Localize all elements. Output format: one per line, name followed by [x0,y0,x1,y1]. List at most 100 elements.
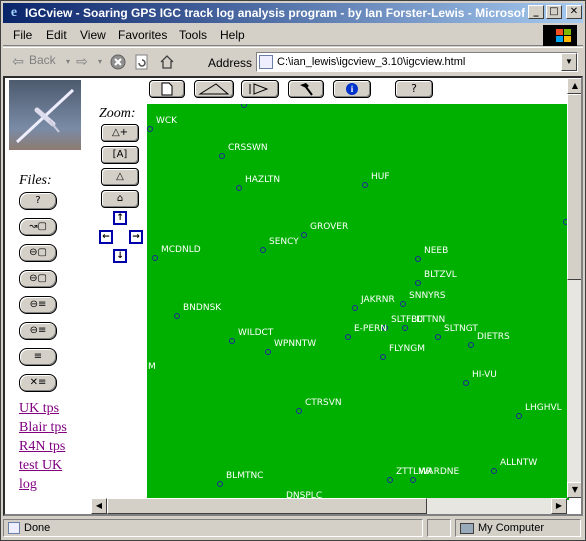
zoom-task-button[interactable]: △+ [101,124,139,142]
link-blair-tps[interactable]: Blair tps [19,420,67,436]
turnpoint-label: BLTZVL [424,270,457,280]
new-page-button[interactable] [149,80,185,98]
home-icon[interactable] [158,54,176,70]
hammer-icon [300,83,313,96]
minimize-button[interactable]: _ [528,5,544,19]
play-button[interactable] [241,80,279,98]
menu-view[interactable]: View [80,28,106,42]
pan-down-button[interactable]: ↓ [113,249,127,263]
turnpoint-marker-icon [516,413,522,419]
stop-icon[interactable] [109,54,127,70]
computer-icon [460,522,474,534]
address-dropdown-button[interactable]: ▼ [561,53,577,71]
load-file-button[interactable]: ⊖▢ [19,244,57,262]
scroll-left-button[interactable]: ◀ [91,498,107,514]
turnpoint-label: DIETRS [477,332,510,342]
clear-list-button[interactable]: ✕≡ [19,374,57,392]
turnpoint-label: CRSSWN [228,143,268,153]
forward-dropdown-icon[interactable]: ▾ [91,54,109,70]
turnpoint-marker-icon [301,232,307,238]
turnpoint-marker-icon [415,280,421,286]
menu-bar: File Edit View Favorites Tools Help [3,24,583,46]
scroll-down-button[interactable]: ▼ [567,482,581,498]
turnpoint-label: GROVER [310,222,349,232]
load-list-button[interactable]: ⊖≡ [19,296,57,314]
page-icon [259,55,273,69]
page-content: i ? Zoom: △+ [A] △ ⌂ ↑ ← → ↓ Files: ? ↝▢… [3,76,583,516]
menu-tools[interactable]: Tools [179,28,207,42]
turnpoint-marker-icon [352,305,358,311]
turnpoint-marker-icon [435,334,441,340]
turnpoint-label: BLMTNC [226,471,264,481]
link-uk-tps[interactable]: UK tps [19,401,59,417]
zoom-label: Zoom: [99,106,136,121]
load-track-button[interactable]: ↝▢ [19,218,57,236]
back-button-label[interactable]: Back [29,53,56,67]
zone-pane: My Computer [455,519,581,537]
help-button[interactable]: ? [395,80,433,98]
pan-up-button[interactable]: ↑ [113,211,127,225]
maximize-button[interactable]: □ [546,5,562,19]
menu-edit[interactable]: Edit [46,28,67,42]
turnpoint-label: MCDNLD [161,245,201,255]
status-pane-empty [427,519,451,537]
window-title: IGCview - Soaring GPS IGC track log anal… [25,6,525,20]
info-icon: i [346,83,358,95]
turnpoint-label: ALLNTW [500,458,538,468]
horizontal-scroll-thumb[interactable] [107,498,427,514]
menu-favorites[interactable]: Favorites [118,28,167,42]
turnpoint-marker-icon [152,255,158,261]
info-button[interactable]: i [333,80,371,98]
status-bar: Done My Computer [3,518,583,538]
turnpoint-marker-icon [265,349,271,355]
close-button[interactable]: ✕ [566,5,582,19]
turnpoint-label: WILDCT [238,328,274,338]
link-log[interactable]: log [19,477,37,493]
windows-logo-icon [543,25,577,46]
turnpoint-label: HUF [371,172,390,182]
vertical-scrollbar[interactable]: ▲ ▼ [567,78,581,498]
save-file-button[interactable]: ⊖▢ [19,270,57,288]
turnpoint-marker-icon [415,256,421,262]
list-button[interactable]: ≡ [19,348,57,366]
scroll-up-button[interactable]: ▲ [567,78,581,94]
turnpoint-marker-icon [410,477,416,483]
menu-help[interactable]: Help [220,28,245,42]
turnpoint-label: JAKRNR [361,295,395,305]
pan-right-button[interactable]: → [129,230,143,244]
link-r4n-tps[interactable]: R4N tps [19,439,65,455]
zoom-area-button[interactable]: [A] [101,146,139,164]
turnpoint-marker-icon [463,380,469,386]
files-label: Files: [19,173,52,188]
vertical-scroll-thumb[interactable] [567,94,581,280]
horizontal-scrollbar[interactable]: ◀ ▶ [91,498,567,514]
turnpoint-marker-icon [241,104,247,108]
browser-window: e IGCview - Soaring GPS IGC track log an… [0,0,586,541]
play-icon [249,83,269,95]
back-arrow-icon[interactable]: ⇦ [9,54,27,70]
forward-arrow-icon[interactable]: ⇨ [73,54,91,70]
address-bar[interactable]: ▼ [256,52,578,72]
page-icon [161,82,173,96]
pan-left-button[interactable]: ← [99,230,113,244]
turnpoint-map[interactable]: DAWSWCKCRSSWNHAZLTNHUFGROVERSENCYMCDNLDN… [147,104,569,500]
zoom-track-button[interactable]: ⌂ [101,190,139,208]
turnpoint-label: WARDNE [419,467,460,477]
files-help-button[interactable]: ? [19,192,57,210]
address-input[interactable] [277,55,557,69]
turnpoint-label: CTRSVN [305,398,342,408]
refresh-icon[interactable] [133,54,151,70]
toolbar: ⇦ Back ▾ ⇨ ▾ Address ▼ [3,47,583,75]
turnpoint-label: E-PERN [354,324,388,334]
turnpoint-marker-icon [174,313,180,319]
tools-button[interactable] [288,80,324,98]
task-button[interactable] [194,80,234,98]
link-test-uk[interactable]: test UK [19,458,62,474]
menu-file[interactable]: File [13,28,32,42]
status-text: Done [24,522,51,534]
turnpoint-label: WCK [156,116,178,126]
turnpoint-label: SNNYRS [409,291,446,301]
zoom-triangle-button[interactable]: △ [101,168,139,186]
scroll-right-button[interactable]: ▶ [551,498,567,514]
check-list-button[interactable]: ⊖≡ [19,322,57,340]
